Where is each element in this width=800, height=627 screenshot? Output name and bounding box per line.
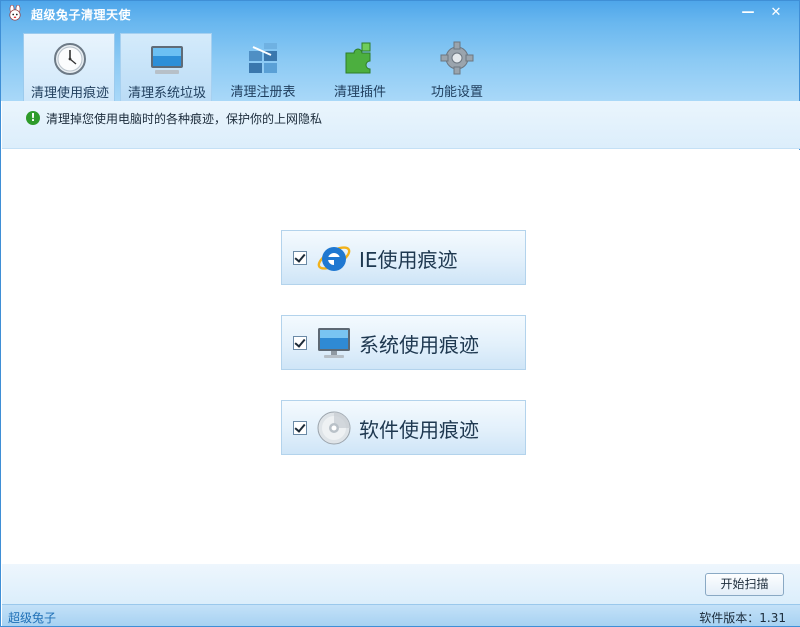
close-button[interactable]: ✕ bbox=[766, 4, 786, 22]
start-scan-button[interactable]: 开始扫描 bbox=[705, 573, 784, 596]
computer-monitor-icon bbox=[316, 325, 352, 361]
option-label: 软件使用痕迹 bbox=[359, 418, 479, 442]
software-version: 软件版本：1.31 bbox=[699, 611, 786, 625]
option-label: IE使用痕迹 bbox=[359, 248, 458, 272]
puzzle-icon bbox=[342, 41, 378, 75]
software-traces-checkbox[interactable] bbox=[293, 421, 307, 435]
tab-label: 清理使用痕迹 bbox=[30, 86, 109, 101]
tab-label: 清理系统垃圾 bbox=[127, 86, 206, 101]
window-title: 超级兔子清理天使 bbox=[31, 8, 132, 22]
header-band: 超级兔子清理天使 — ✕ 清理使用痕迹 清理系统垃圾 清理注册表 清理插件 功能… bbox=[1, 1, 799, 101]
option-label: 系统使用痕迹 bbox=[359, 333, 479, 357]
status-bar: 超级兔子 软件版本：1.31 bbox=[2, 604, 800, 626]
tab-clean-plugins[interactable]: 清理插件 bbox=[314, 33, 406, 101]
system-traces-checkbox[interactable] bbox=[293, 336, 307, 350]
minimize-button[interactable]: — bbox=[738, 4, 758, 22]
option-ie-traces[interactable]: IE使用痕迹 bbox=[281, 230, 526, 285]
ie-logo-icon bbox=[316, 240, 352, 276]
cd-disc-icon bbox=[316, 410, 352, 446]
main-content: IE使用痕迹 系统使用痕迹 软件使用痕迹 bbox=[2, 150, 800, 564]
exclamation-icon: ! bbox=[26, 111, 40, 125]
info-bar: ! 清理掉您使用电脑时的各种痕迹，保护你的上网隐私 bbox=[2, 101, 800, 149]
tab-label: 功能设置 bbox=[430, 85, 483, 100]
option-software-traces[interactable]: 软件使用痕迹 bbox=[281, 400, 526, 455]
monitor-icon bbox=[149, 42, 185, 76]
tab-clean-system-junk[interactable]: 清理系统垃圾 bbox=[120, 33, 212, 101]
action-bar: 开始扫描 bbox=[2, 564, 800, 604]
ie-traces-checkbox[interactable] bbox=[293, 251, 307, 265]
option-system-traces[interactable]: 系统使用痕迹 bbox=[281, 315, 526, 370]
tab-label: 清理插件 bbox=[333, 85, 386, 100]
tab-clean-registry[interactable]: 清理注册表 bbox=[217, 33, 309, 101]
tab-settings[interactable]: 功能设置 bbox=[411, 33, 503, 101]
status-brand-link[interactable]: 超级兔子 bbox=[8, 609, 56, 626]
title-bar[interactable]: 超级兔子清理天使 — ✕ bbox=[1, 1, 799, 27]
app-window: 超级兔子清理天使 — ✕ 清理使用痕迹 清理系统垃圾 清理注册表 清理插件 功能… bbox=[0, 0, 800, 627]
registry-blocks-icon bbox=[245, 41, 281, 75]
info-text: 清理掉您使用电脑时的各种痕迹，保护你的上网隐私 bbox=[46, 112, 323, 126]
tab-clean-usage-traces[interactable]: 清理使用痕迹 bbox=[23, 33, 115, 101]
rabbit-logo-icon bbox=[7, 4, 23, 21]
tab-label: 清理注册表 bbox=[230, 85, 296, 100]
gear-icon bbox=[439, 41, 475, 75]
clock-icon bbox=[52, 42, 88, 76]
